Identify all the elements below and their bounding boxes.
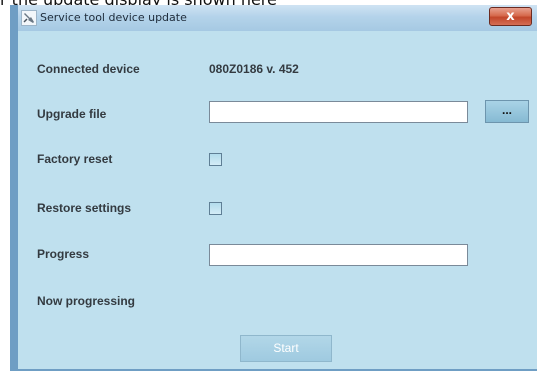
connected-device-value: 080Z0186 v. 452 xyxy=(209,62,299,76)
upgrade-file-label: Upgrade file xyxy=(37,107,107,121)
close-button[interactable]: x xyxy=(489,7,532,26)
connected-device-label: Connected device xyxy=(37,62,140,76)
dialog-body: Connected device 080Z0186 v. 452 Upgrade… xyxy=(18,31,537,369)
progress-label: Progress xyxy=(37,247,90,261)
browse-button[interactable]: ... xyxy=(485,100,529,123)
upgrade-file-input[interactable] xyxy=(209,101,468,123)
progress-bar xyxy=(209,244,468,266)
status-label: Now progressing xyxy=(37,294,136,308)
tool-icon xyxy=(21,10,37,26)
factory-reset-label: Factory reset xyxy=(37,152,113,166)
title-bar[interactable]: Service tool device update x xyxy=(18,5,537,32)
screenshot: r the update display is shown here Servi… xyxy=(0,0,537,371)
restore-settings-checkbox[interactable] xyxy=(209,202,222,215)
factory-reset-checkbox[interactable] xyxy=(209,153,222,166)
restore-settings-label: Restore settings xyxy=(37,201,132,215)
update-dialog: Service tool device update x Connected d… xyxy=(10,5,537,371)
start-button[interactable]: Start xyxy=(240,335,332,362)
window-title: Service tool device update xyxy=(40,11,187,24)
